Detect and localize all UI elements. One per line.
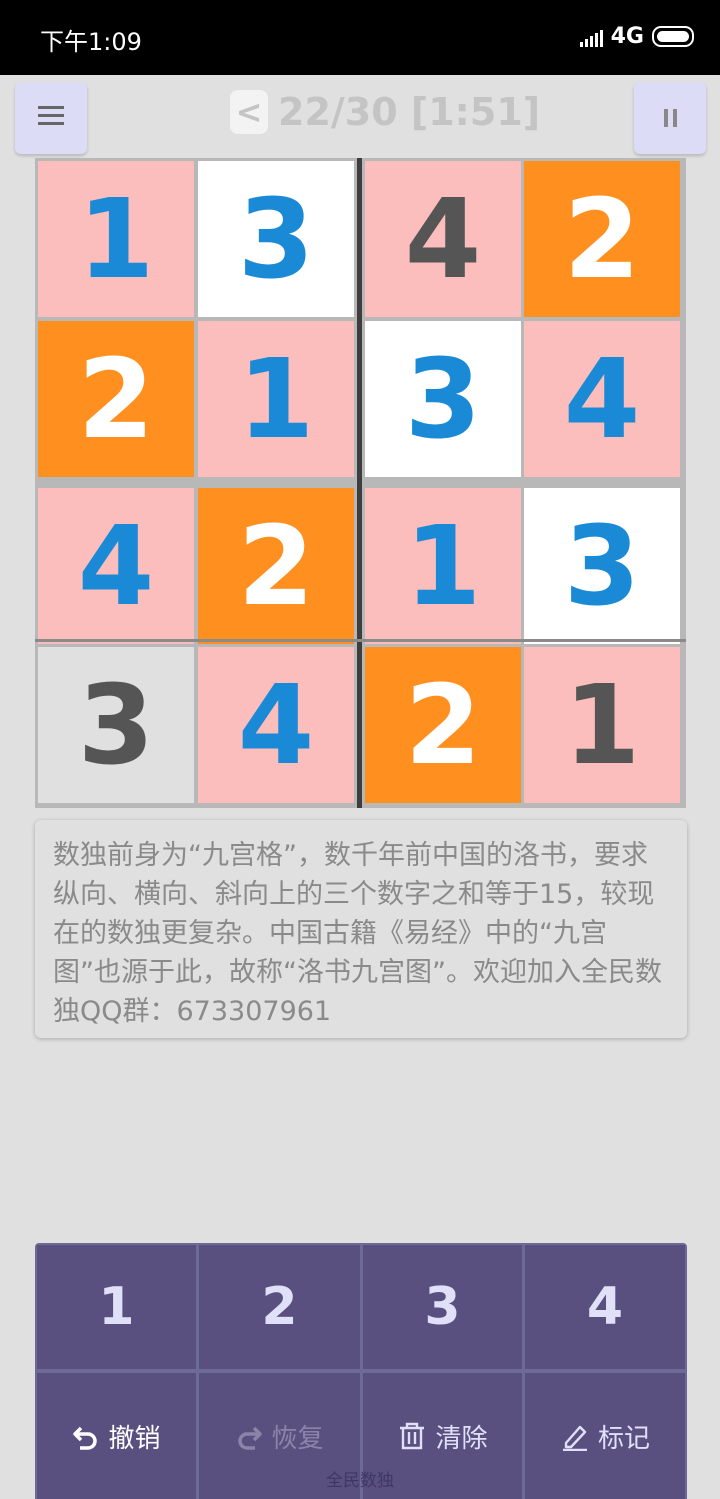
board-cell[interactable]: 3 <box>365 321 521 477</box>
app-name-label: 全民数独 <box>326 1471 394 1491</box>
pause-button[interactable] <box>634 82 706 154</box>
network-type: 4G <box>610 24 644 49</box>
board-cell[interactable]: 1 <box>365 488 521 644</box>
pause-icon <box>663 109 677 127</box>
board-divider-vertical <box>357 158 362 808</box>
board-cell[interactable]: 3 <box>38 647 194 803</box>
undo-icon <box>73 1426 98 1450</box>
pencil-icon <box>562 1425 587 1451</box>
previous-level-button[interactable]: < <box>230 90 268 134</box>
menu-button[interactable] <box>15 82 87 154</box>
board-cell[interactable]: 2 <box>365 647 521 803</box>
board-cell[interactable]: 3 <box>524 488 680 644</box>
sudoku-board: 1243312443122431 <box>35 158 686 808</box>
signal-icon <box>579 27 603 47</box>
status-time: 下午1:09 <box>40 28 142 56</box>
board-cell[interactable]: 2 <box>524 161 680 317</box>
board-cell[interactable]: 4 <box>365 161 521 317</box>
trash-icon <box>400 1422 425 1450</box>
number-key-1[interactable]: 1 <box>37 1245 196 1369</box>
menu-icon <box>38 106 64 130</box>
board-cell[interactable]: 2 <box>38 321 194 477</box>
board-divider-horizontal <box>35 639 686 642</box>
board-cell[interactable]: 1 <box>524 647 680 803</box>
status-icons: 4G <box>579 24 694 49</box>
redo-label: 恢复 <box>271 1423 324 1454</box>
board-cell[interactable]: 2 <box>198 488 354 644</box>
level-progress-title: 22/30 [1:51] <box>278 90 541 134</box>
clear-label: 清除 <box>435 1423 488 1454</box>
number-key-3[interactable]: 3 <box>363 1245 522 1369</box>
info-panel: 数独前身为“九宫格”，数千年前中国的洛书，要求纵向、横向、斜向上的三个数字之和等… <box>35 820 687 1038</box>
mark-label: 标记 <box>597 1423 650 1454</box>
board-cell[interactable]: 1 <box>38 161 194 317</box>
status-bar: 下午1:09 4G <box>0 0 720 75</box>
battery-icon <box>652 26 694 47</box>
board-cell[interactable]: 3 <box>198 161 354 317</box>
top-bar: < 22/30 [1:51] <box>0 80 720 156</box>
number-key-2[interactable]: 2 <box>199 1245 360 1369</box>
redo-icon <box>238 1426 263 1450</box>
number-key-4[interactable]: 4 <box>525 1245 685 1369</box>
keypad: 1 2 3 4 撤销 恢复 清除 标记 <box>35 1243 687 1499</box>
info-text: 数独前身为“九宫格”，数千年前中国的洛书，要求纵向、横向、斜向上的三个数字之和等… <box>53 840 662 1027</box>
board-cell[interactable]: 4 <box>198 647 354 803</box>
board-cell[interactable]: 1 <box>198 321 354 477</box>
undo-label: 撤销 <box>108 1423 161 1454</box>
board-cell[interactable]: 4 <box>38 488 194 644</box>
level-header: < 22/30 [1:51] <box>230 90 540 134</box>
board-cell[interactable]: 4 <box>524 321 680 477</box>
